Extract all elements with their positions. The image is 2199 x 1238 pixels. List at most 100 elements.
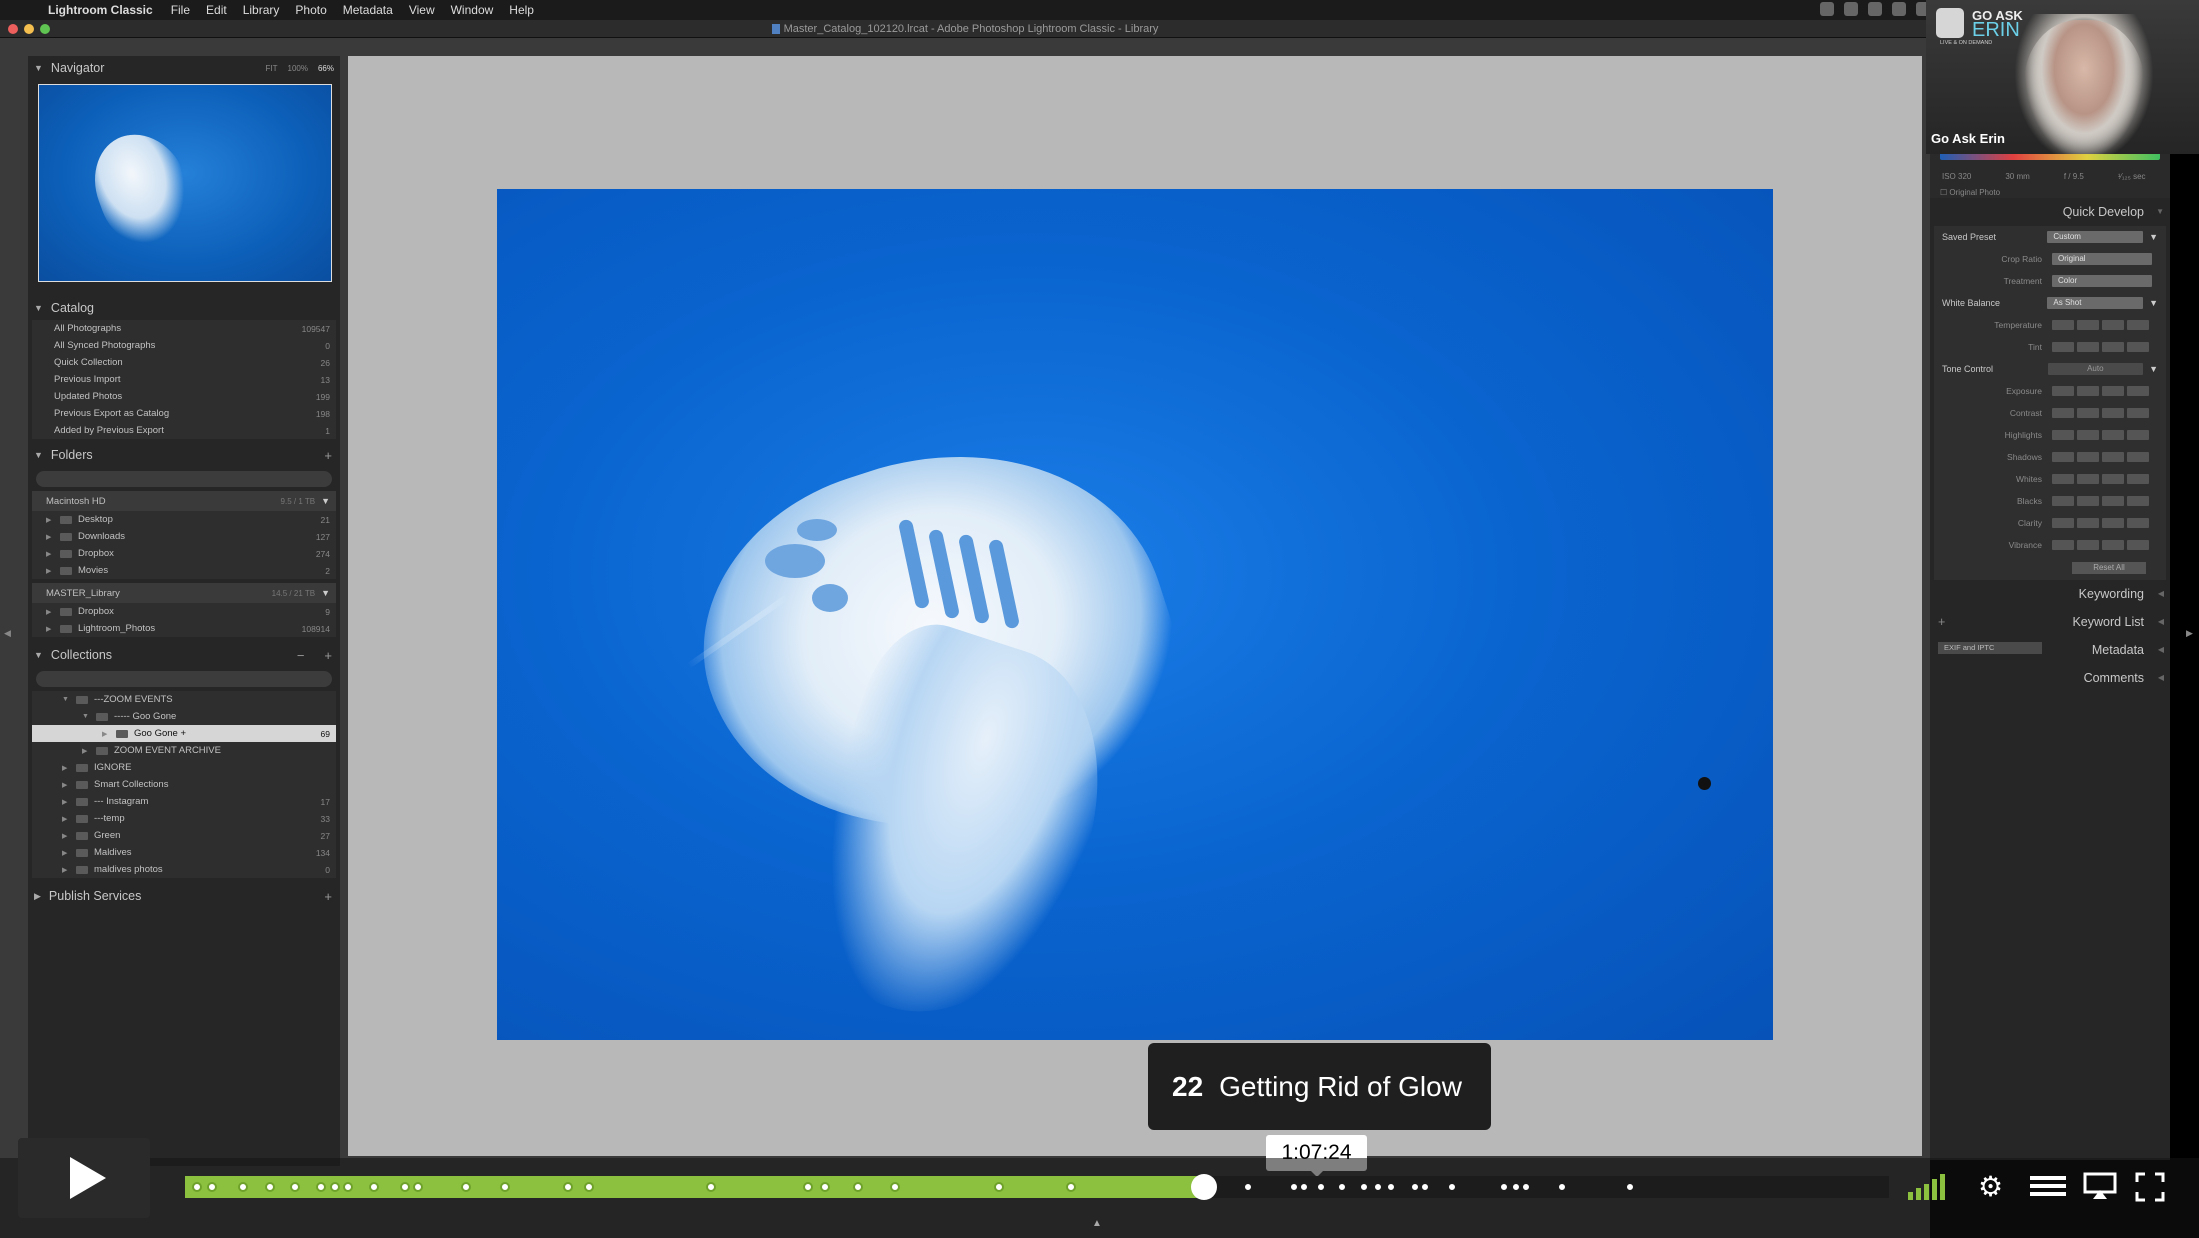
minus-icon[interactable]: − [297,648,305,663]
expand-icon[interactable]: ▼ [62,696,76,703]
chapters-list-icon[interactable] [2030,1172,2066,1200]
expand-icon[interactable]: ▶ [46,625,60,633]
chapter-marker[interactable] [1624,1182,1635,1192]
menu-photo[interactable]: Photo [295,3,326,17]
main-photo[interactable] [497,189,1773,1040]
expand-triangle-icon[interactable]: ◀ [2158,617,2164,626]
chapter-marker[interactable] [191,1182,202,1192]
folder-search-input[interactable] [36,471,332,487]
decrease-button[interactable] [2077,342,2099,352]
expand-triangle-icon[interactable]: ◀ [2158,673,2164,682]
chapter-marker[interactable] [368,1182,379,1192]
chapter-marker[interactable] [316,1182,327,1192]
status-icon[interactable] [1868,2,1882,16]
navigator-preview[interactable] [38,84,332,282]
collection-item[interactable]: ▼ ---ZOOM EVENTS [32,691,336,708]
catalog-item[interactable]: Updated Photos 199 [32,388,336,405]
folders-header[interactable]: ▼ Folders + [28,443,340,467]
chapter-marker[interactable] [852,1182,863,1192]
collection-item[interactable]: ▶ ---temp 33 [32,810,336,827]
increase-button[interactable] [2102,386,2124,396]
original-photo-checkbox[interactable]: ☐ Original Photo [1940,188,2000,197]
collapse-triangle-icon[interactable]: ▼ [34,650,43,660]
chapter-marker[interactable] [460,1182,471,1192]
chevron-down-icon[interactable]: ▼ [2149,298,2158,308]
collections-header[interactable]: ▼ Collections − + [28,643,340,667]
decrease-more-button[interactable] [2052,408,2074,418]
decrease-button[interactable] [2077,386,2099,396]
crop-ratio-select[interactable]: Original [2052,253,2152,265]
increase-button[interactable] [2102,408,2124,418]
catalog-item[interactable]: All Photographs 109547 [32,320,336,337]
volume-master-library[interactable]: MASTER_Library 14.5 / 21 TB ▼ [32,583,336,603]
saved-preset-select[interactable]: Custom [2047,231,2144,243]
collection-item[interactable]: ▼ ----- Goo Gone [32,708,336,725]
folder-item[interactable]: ▶ Downloads 127 [32,528,336,545]
comments-header[interactable]: Comments ◀ [1930,664,2170,692]
decrease-more-button[interactable] [2052,496,2074,506]
app-menu[interactable]: Lightroom Classic [48,3,153,17]
folder-item[interactable]: ▶ Dropbox 9 [32,603,336,620]
playhead-handle[interactable] [1190,1174,1217,1200]
chapter-marker[interactable] [1243,1182,1253,1192]
expand-icon[interactable]: ▶ [62,866,76,874]
increase-more-button[interactable] [2127,496,2149,506]
menu-window[interactable]: Window [451,3,494,17]
menu-view[interactable]: View [409,3,435,17]
expand-icon[interactable]: ▶ [82,747,96,755]
expand-triangle-icon[interactable]: ◀ [2158,645,2164,654]
chapter-marker[interactable] [1065,1182,1076,1192]
reset-all-button[interactable]: Reset All [2072,562,2146,574]
increase-more-button[interactable] [2127,540,2149,550]
zoom-window-button[interactable] [40,24,50,34]
expand-icon[interactable]: ▶ [62,849,76,857]
decrease-more-button[interactable] [2052,518,2074,528]
zoom-100[interactable]: 100% [288,64,308,73]
left-panel-toggle-icon[interactable]: ◀ [4,628,11,639]
play-button[interactable] [18,1138,150,1218]
collection-item[interactable]: ▶ ZOOM EVENT ARCHIVE [32,742,336,759]
catalog-item[interactable]: Added by Previous Export 1 [32,422,336,439]
keywording-header[interactable]: Keywording ◀ [1930,580,2170,608]
collection-item[interactable]: ▶ IGNORE [32,759,336,776]
chapter-marker[interactable] [264,1182,275,1192]
publish-services-header[interactable]: ▶ Publish Services + [28,884,340,908]
increase-more-button[interactable] [2127,342,2149,352]
chapter-marker[interactable] [1299,1182,1310,1192]
decrease-button[interactable] [2077,540,2099,550]
status-icon[interactable] [1820,2,1834,16]
minimize-window-button[interactable] [24,24,34,34]
expand-triangle-icon[interactable]: ▶ [34,891,41,902]
dropbox-icon[interactable] [1892,2,1906,16]
collection-item-selected[interactable]: ▶ Goo Gone + 69 [32,725,336,742]
decrease-more-button[interactable] [2052,342,2074,352]
white-balance-select[interactable]: As Shot [2047,297,2144,309]
menu-library[interactable]: Library [243,3,280,17]
decrease-button[interactable] [2077,474,2099,484]
decrease-more-button[interactable] [2052,320,2074,330]
navigator-header[interactable]: ▼ Navigator FIT 100% 66% [28,56,340,80]
chapter-marker[interactable] [1409,1182,1420,1192]
treatment-select[interactable]: Color [2052,275,2152,287]
increase-more-button[interactable] [2127,408,2149,418]
fullscreen-icon[interactable] [2135,1172,2165,1202]
auto-tone-button[interactable]: Auto [2047,363,2144,375]
chapter-marker[interactable] [1316,1182,1327,1192]
expand-icon[interactable]: ▶ [46,608,60,616]
chapter-marker[interactable] [329,1182,340,1192]
chapter-marker[interactable] [1420,1182,1431,1192]
chevron-down-icon[interactable]: ▼ [321,496,330,506]
decrease-more-button[interactable] [2052,430,2074,440]
chapter-marker[interactable] [1510,1182,1521,1192]
metadata-header[interactable]: EXIF and IPTC Metadata ◀ [1930,636,2170,664]
decrease-button[interactable] [2077,518,2099,528]
decrease-button[interactable] [2077,452,2099,462]
chapter-marker[interactable] [237,1182,248,1192]
expand-triangle-icon[interactable]: ◀ [2158,589,2164,598]
collection-item[interactable]: ▶ --- Instagram 17 [32,793,336,810]
chevron-down-icon[interactable]: ▼ [2149,232,2158,242]
folder-item[interactable]: ▶ Lightroom_Photos 108914 [32,620,336,637]
collapse-triangle-icon[interactable]: ▼ [34,63,43,73]
catalog-item[interactable]: All Synced Photographs 0 [32,337,336,354]
keyword-list-header[interactable]: + Keyword List ◀ [1930,608,2170,636]
